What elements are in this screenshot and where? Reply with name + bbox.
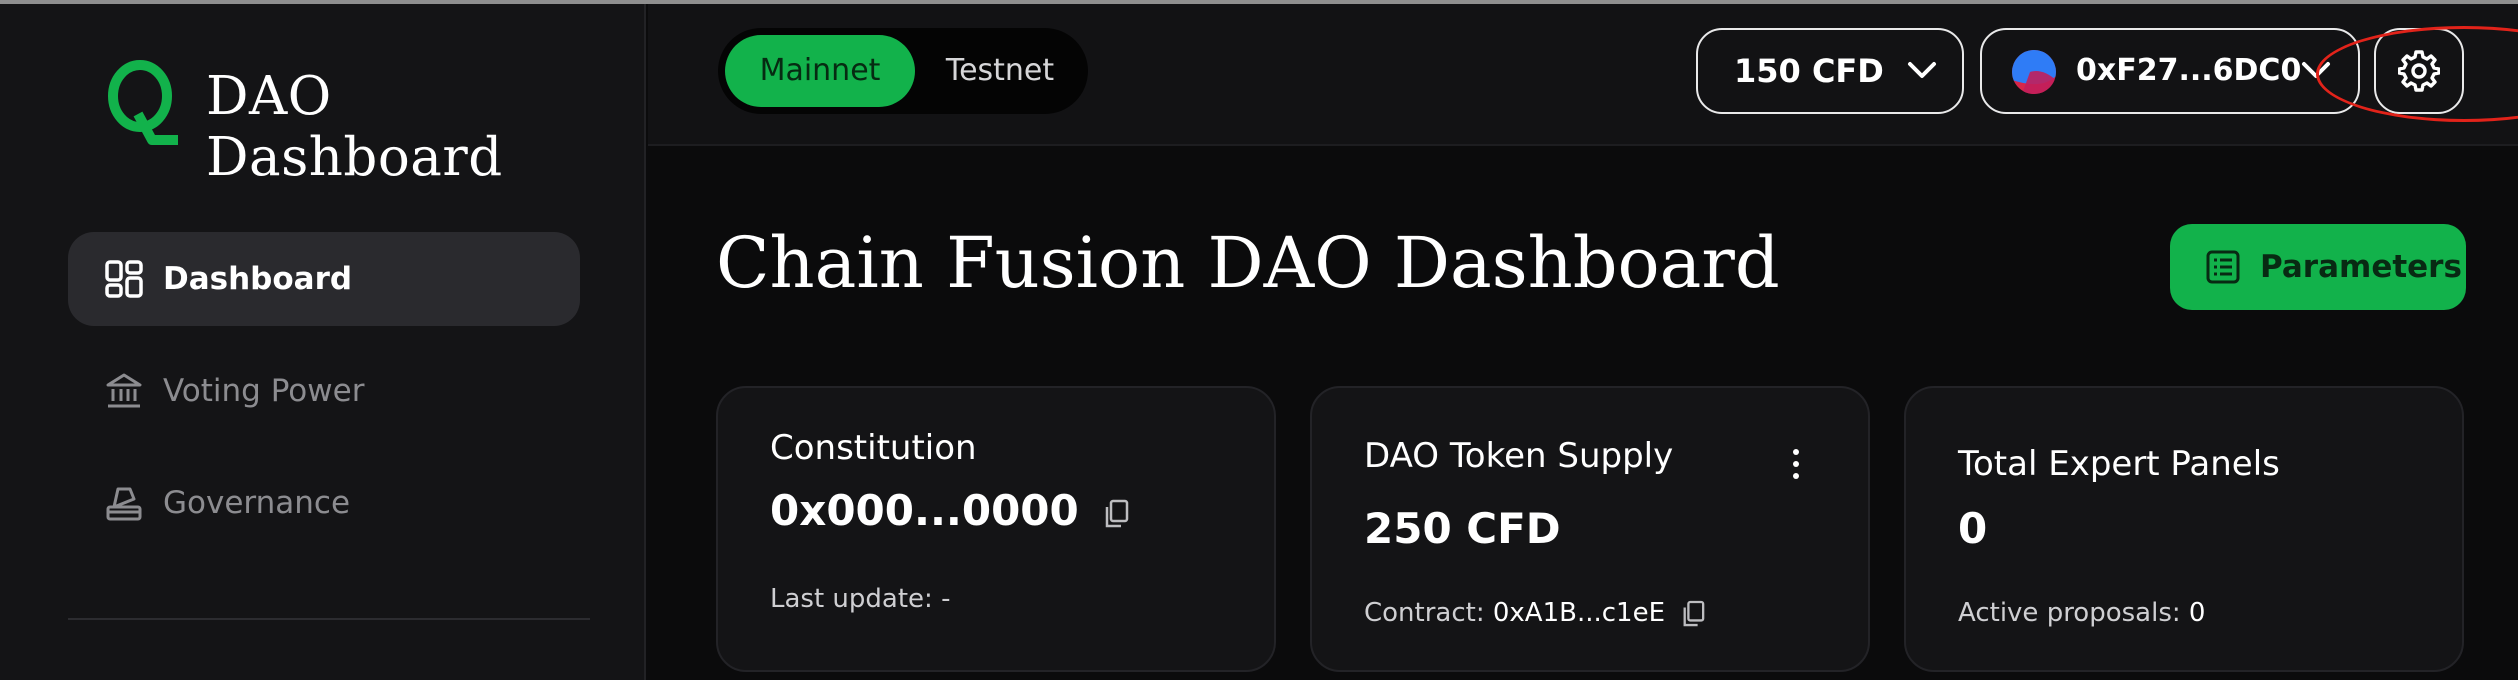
card-sub-label: Last update: [770, 584, 933, 614]
contract-address: 0xA1B...c1eE [1492, 598, 1666, 628]
sidebar-item-label: Dashboard [163, 261, 353, 297]
more-vertical-icon[interactable] [1790, 446, 1802, 482]
card-value: 0 [1958, 504, 1988, 553]
card-title: DAO Token Supply [1364, 436, 1674, 476]
app-title: DAO Dashboard [206, 66, 503, 188]
balance-label: 150 CFD [1734, 52, 1884, 90]
sidebar-item-governance[interactable]: Governance [68, 456, 580, 550]
vote-box-icon [106, 487, 142, 521]
card-value: 0x000...0000 [770, 486, 1129, 535]
card-value: 250 CFD [1364, 504, 1561, 553]
balance-dropdown[interactable]: 150 CFD [1696, 28, 1964, 114]
wallet-avatar [2012, 50, 2056, 94]
sidebar-item-voting-power[interactable]: Voting Power [68, 344, 580, 438]
copy-icon[interactable] [1681, 600, 1705, 628]
dashboard-grid-icon [105, 260, 143, 298]
card-title: Constitution [770, 428, 977, 468]
sidebar-item-dashboard[interactable]: Dashboard [68, 232, 580, 326]
network-option-mainnet[interactable]: Mainnet [725, 35, 915, 107]
sidebar: DAO Dashboard Dashboard Voting Power Gov… [0, 4, 646, 680]
bank-icon [106, 373, 142, 408]
constitution-hash: 0x000...0000 [770, 486, 1079, 535]
card-sub-label: Contract: [1364, 598, 1485, 628]
token-supply-card: DAO Token Supply 250 CFD Contract: 0xA1B… [1310, 386, 1870, 672]
constitution-card: Constitution 0x000...0000 Last update: - [716, 386, 1276, 672]
list-icon [2206, 250, 2240, 284]
wallet-dropdown[interactable]: 0xF27...6DC0 [1980, 28, 2360, 114]
network-toggle: Mainnet Testnet [718, 28, 1088, 114]
sidebar-item-label: Voting Power [163, 373, 365, 409]
card-title: Total Expert Panels [1958, 444, 2280, 484]
copy-icon[interactable] [1103, 499, 1129, 529]
expert-panels-card: Total Expert Panels 0 Active proposals: … [1904, 386, 2464, 672]
top-bar: Mainnet Testnet 150 CFD 0xF27...6DC0 [648, 4, 2518, 146]
card-sub-label: Active proposals: [1958, 598, 2181, 628]
card-sub-value: - [941, 584, 951, 614]
wallet-address: 0xF27...6DC0 [2076, 53, 2302, 88]
q-logo-icon [108, 60, 178, 145]
card-subtitle: Last update: - [770, 584, 950, 614]
sidebar-divider [68, 618, 590, 620]
chevron-down-icon [1908, 62, 1936, 78]
page-title: Chain Fusion DAO Dashboard [716, 222, 1780, 304]
parameters-button-label: Parameters [2260, 249, 2462, 285]
card-subtitle: Contract: 0xA1B...c1eE [1364, 598, 1705, 628]
active-proposals-count: 0 [2188, 598, 2206, 628]
card-subtitle: Active proposals: 0 [1958, 598, 2205, 628]
parameters-button[interactable]: Parameters [2170, 224, 2466, 310]
sidebar-item-label: Governance [163, 485, 351, 521]
network-option-testnet[interactable]: Testnet [925, 35, 1075, 107]
